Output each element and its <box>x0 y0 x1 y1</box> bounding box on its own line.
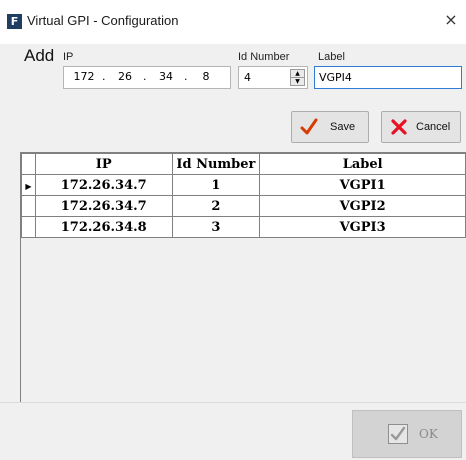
cross-icon <box>390 118 408 141</box>
cell-ip[interactable]: 172.26.34.8 <box>34 216 173 238</box>
id-number-spinner[interactable]: ▲ ▼ <box>290 69 305 86</box>
save-button-label: Save <box>330 121 356 133</box>
label-input[interactable]: VGPI4 <box>314 66 462 89</box>
column-header-id-number[interactable]: Id Number <box>171 153 261 175</box>
cancel-button-label: Cancel <box>416 121 451 133</box>
ip-dot-separator: . <box>143 70 147 83</box>
current-row-indicator[interactable]: ▶ <box>21 174 36 196</box>
cell-ip[interactable]: 172.26.34.7 <box>34 195 173 217</box>
save-button[interactable]: Save <box>291 111 369 143</box>
row-selector[interactable] <box>21 195 36 217</box>
cell-id-number[interactable]: 1 <box>171 174 261 196</box>
spin-up-icon[interactable]: ▲ <box>291 70 304 78</box>
cell-label[interactable]: VGPI3 <box>259 216 466 238</box>
ip-field-label: IP <box>63 51 74 63</box>
ip-dot-separator: . <box>102 70 106 83</box>
cell-id-number[interactable]: 3 <box>171 216 261 238</box>
ok-button[interactable]: OK <box>352 410 462 458</box>
table-header-row: IP Id Number Label <box>21 153 466 175</box>
vgpi-table: IP Id Number Label ▶ 172.26.34.7 1 VGPI1… <box>21 153 466 238</box>
column-header-ip[interactable]: IP <box>34 153 173 175</box>
footer-divider <box>0 402 466 403</box>
label-input-value: VGPI4 <box>319 71 352 84</box>
cell-label[interactable]: VGPI1 <box>259 174 466 196</box>
id-number-value: 4 <box>244 71 251 84</box>
cancel-button[interactable]: Cancel <box>381 111 461 143</box>
add-section-label: Add <box>24 46 55 65</box>
window-title: Virtual GPI - Configuration <box>27 13 179 28</box>
ip-octet-3[interactable]: 34 <box>152 70 180 83</box>
ip-dot-separator: . <box>184 70 188 83</box>
app-icon: F <box>7 14 22 29</box>
close-icon[interactable]: × <box>442 11 460 29</box>
row-selector[interactable] <box>21 216 36 238</box>
row-pointer-icon: ▶ <box>25 180 32 191</box>
id-number-input[interactable]: 4 ▲ ▼ <box>238 66 308 89</box>
ip-address-input[interactable]: 172 . 26 . 34 . 8 <box>63 66 231 89</box>
label-field-label: Label <box>318 51 345 63</box>
cell-id-number[interactable]: 2 <box>171 195 261 217</box>
cell-label[interactable]: VGPI2 <box>259 195 466 217</box>
table-row[interactable]: ▶ 172.26.34.7 1 VGPI1 <box>21 174 466 196</box>
title-bar: F Virtual GPI - Configuration × <box>0 0 466 44</box>
row-selector-header <box>21 153 36 175</box>
cell-ip[interactable]: 172.26.34.7 <box>34 174 173 196</box>
ok-button-label: OK <box>419 427 438 441</box>
column-header-label[interactable]: Label <box>259 153 466 175</box>
table-row[interactable]: 172.26.34.8 3 VGPI3 <box>21 216 466 238</box>
ip-octet-4[interactable]: 8 <box>192 70 220 83</box>
ip-octet-1[interactable]: 172 <box>70 70 98 83</box>
ip-octet-2[interactable]: 26 <box>111 70 139 83</box>
id-number-field-label: Id Number <box>238 51 290 63</box>
checkmark-icon <box>300 118 318 141</box>
table-row[interactable]: 172.26.34.7 2 VGPI2 <box>21 195 466 217</box>
spin-down-icon[interactable]: ▼ <box>291 78 304 85</box>
vgpi-grid[interactable]: IP Id Number Label ▶ 172.26.34.7 1 VGPI1… <box>20 152 466 402</box>
checkmark-icon <box>388 424 408 444</box>
